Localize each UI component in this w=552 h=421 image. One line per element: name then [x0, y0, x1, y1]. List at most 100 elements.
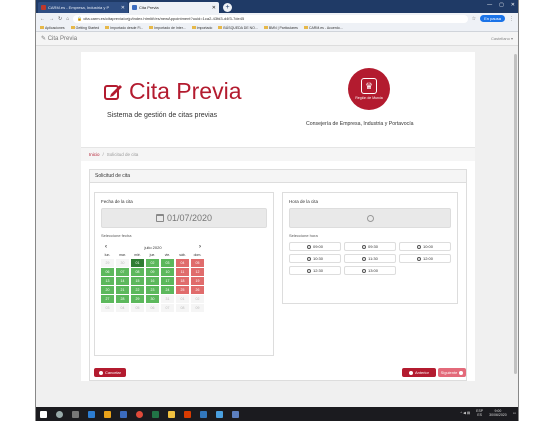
calendar-day[interactable]: 27 — [101, 295, 114, 303]
banner: Cita Previa Sistema de gestión de citas … — [81, 52, 475, 147]
edge-icon[interactable] — [88, 410, 95, 418]
excel-icon[interactable] — [152, 410, 159, 418]
bookmark-item[interactable]: Importado — [191, 26, 212, 30]
next-button[interactable]: Siguiente — [438, 368, 466, 377]
reload-icon[interactable]: ↻ — [58, 16, 62, 22]
calendar-day[interactable]: 15 — [131, 277, 144, 285]
calendar-day[interactable]: 02 — [146, 259, 159, 267]
previous-button[interactable]: Anterior — [402, 368, 436, 377]
breadcrumb-separator: / — [102, 152, 104, 157]
language-selector[interactable]: Castellano ▾ — [491, 36, 513, 41]
calendar-day[interactable]: 20 — [101, 286, 114, 294]
calendar-day[interactable]: 01 — [131, 259, 144, 267]
calendar-day[interactable]: 09 — [146, 268, 159, 276]
firefox-icon[interactable] — [104, 410, 111, 418]
calendar-day[interactable]: 03 — [161, 259, 174, 267]
calendar-day[interactable]: 08 — [131, 268, 144, 276]
ie-icon[interactable] — [200, 410, 207, 418]
office-icon[interactable] — [184, 410, 191, 418]
time-slot-button[interactable]: 11:30 — [344, 254, 396, 263]
weekday-header: vie. — [164, 253, 171, 257]
calendar-day[interactable]: 04 — [176, 259, 189, 267]
app-title[interactable]: ✎ Cita Previa — [41, 35, 77, 42]
next-month-icon[interactable]: › — [195, 244, 205, 250]
notifications-icon[interactable]: ▭ — [513, 411, 516, 415]
bookmark-item[interactable]: Aplicaciones — [40, 26, 65, 30]
explorer-icon[interactable] — [168, 410, 175, 418]
calendar-day[interactable]: 10 — [161, 268, 174, 276]
prev-month-icon[interactable]: ‹ — [101, 244, 111, 250]
calendar-day[interactable]: 18 — [176, 277, 189, 285]
calendar-day[interactable]: 13 — [101, 277, 114, 285]
maximize-icon[interactable]: ▢ — [499, 2, 504, 8]
time-slot-button[interactable]: 12:30 — [289, 266, 341, 275]
calendar-day[interactable]: 29 — [131, 295, 144, 303]
calendar-day[interactable]: 23 — [146, 286, 159, 294]
back-icon[interactable]: ← — [40, 16, 45, 22]
calendar-day[interactable]: 06 — [101, 268, 114, 276]
weekday-header: mar. — [119, 253, 126, 257]
star-icon[interactable]: ☆ — [472, 16, 476, 22]
calendar-day[interactable]: 07 — [116, 268, 129, 276]
home-icon[interactable]: ⌂ — [66, 16, 69, 22]
browser-tab[interactable]: CARM.es - Empresa, Industria y P ✕ — [38, 2, 128, 13]
bookmark-item[interactable]: Importado de Inter... — [149, 26, 186, 30]
calendar-day[interactable]: 28 — [116, 295, 129, 303]
word-icon[interactable] — [120, 410, 127, 418]
time-slot-button[interactable]: 13:00 — [344, 266, 396, 275]
url-input[interactable]: 🔒 cita.carm.es/citaprevia/cejp/index.htm… — [73, 14, 468, 23]
profile-button[interactable]: En pausa — [480, 15, 505, 22]
close-icon[interactable]: ✕ — [212, 5, 216, 11]
calendar-day[interactable]: 05 — [191, 259, 204, 267]
close-window-icon[interactable]: ✕ — [511, 2, 515, 8]
calendar-day[interactable]: 22 — [131, 286, 144, 294]
calendar-day[interactable]: 26 — [191, 286, 204, 294]
language-indicator[interactable]: ESP ES — [476, 409, 483, 417]
calendar-day[interactable]: 21 — [116, 286, 129, 294]
cancel-button[interactable]: Cancelar — [94, 368, 126, 377]
calendar-day[interactable]: 24 — [161, 286, 174, 294]
calendar-month[interactable]: julio 2020 — [144, 245, 161, 250]
chrome-icon[interactable] — [136, 410, 143, 418]
tray-icons[interactable]: ^ ◀ ▤ — [461, 411, 471, 415]
time-slot-button[interactable]: 10:30 — [289, 254, 341, 263]
calendar-day: 02 — [191, 295, 204, 303]
address-bar: ← → ↻ ⌂ 🔒 cita.carm.es/citaprevia/cejp/i… — [36, 13, 518, 24]
time-slot-button[interactable]: 10:00 — [399, 242, 451, 251]
minimize-icon[interactable]: — — [487, 2, 492, 8]
menu-icon[interactable]: ⋮ — [509, 16, 514, 22]
bookmark-item[interactable]: Getting Started — [70, 26, 99, 30]
arrow-left-icon — [408, 370, 413, 375]
app-header: ✎ Cita Previa Castellano ▾ — [36, 32, 518, 46]
windows-start-icon[interactable] — [40, 410, 47, 418]
calendar-day[interactable]: 19 — [191, 277, 204, 285]
panel-title: Solicitud de cita — [90, 170, 466, 183]
system-clock[interactable]: 9:00 30/06/2020 — [489, 409, 507, 417]
page-scrollbar[interactable] — [513, 52, 518, 392]
bookmark-item[interactable]: BÚSQUEDA DE NO... — [218, 26, 258, 30]
breadcrumb-home-link[interactable]: Inicio — [89, 152, 100, 157]
task-view-icon[interactable] — [72, 410, 79, 418]
outlook-icon[interactable] — [232, 410, 239, 418]
close-icon[interactable]: ✕ — [121, 5, 125, 11]
calendar-day[interactable]: 25 — [176, 286, 189, 294]
clock-icon — [362, 256, 367, 261]
store-icon[interactable] — [216, 410, 223, 418]
calendar-day[interactable]: 16 — [146, 277, 159, 285]
new-tab-icon[interactable]: + — [223, 3, 232, 12]
time-slot-button[interactable]: 09:30 — [344, 242, 396, 251]
search-icon[interactable] — [56, 410, 63, 418]
calendar-day[interactable]: 14 — [116, 277, 129, 285]
time-slot-button[interactable]: 12:00 — [399, 254, 451, 263]
calendar-day[interactable]: 11 — [176, 268, 189, 276]
forward-icon[interactable]: → — [49, 16, 54, 22]
calendar-day[interactable]: 30 — [146, 295, 159, 303]
browser-tab-active[interactable]: Cita Previa ✕ — [129, 2, 219, 13]
clock-icon — [306, 244, 311, 249]
calendar-day[interactable]: 17 — [161, 277, 174, 285]
time-slot-button[interactable]: 09:00 — [289, 242, 341, 251]
bookmark-item[interactable]: CARM.es - Acuerdo... — [303, 26, 343, 30]
bookmark-item[interactable]: BMN | Particulares — [263, 26, 298, 30]
calendar-day[interactable]: 12 — [191, 268, 204, 276]
bookmark-item[interactable]: Importado desde Fi... — [105, 26, 143, 30]
